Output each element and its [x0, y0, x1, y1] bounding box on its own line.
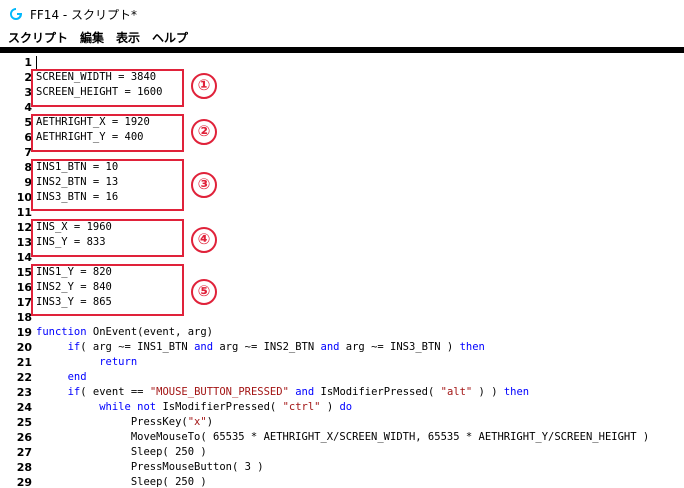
line-number: 13: [16, 236, 32, 249]
code-line[interactable]: if( arg ~= INS1_BTN and arg ~= INS2_BTN …: [36, 340, 485, 355]
line-number: 5: [24, 116, 32, 129]
code-token: Sleep( 250 ): [36, 446, 207, 458]
code-token: ): [320, 401, 340, 413]
annotation-box-5: [31, 264, 184, 316]
annotation-box-4: [31, 219, 184, 257]
line-number: 25: [16, 416, 32, 429]
line-number: 8: [24, 161, 32, 174]
line-number: 27: [16, 446, 32, 459]
line-number: 19: [16, 326, 32, 339]
line-number: 3: [24, 86, 32, 99]
annotation-box-1: [31, 69, 184, 107]
menu-bar: スクリプト 編集 表示 ヘルプ: [0, 28, 684, 47]
menu-help[interactable]: ヘルプ: [152, 29, 188, 46]
line-number: 17: [16, 296, 32, 309]
code-token: OnEvent(event, arg): [86, 326, 214, 338]
line-number: 7: [24, 146, 32, 159]
menu-view[interactable]: 表示: [116, 29, 140, 46]
code-line[interactable]: return: [36, 355, 137, 370]
line-number: 29: [16, 476, 32, 488]
keyword-token: if: [36, 386, 81, 398]
code-token: ( arg ~= INS1_BTN: [80, 341, 195, 353]
menu-script[interactable]: スクリプト: [8, 29, 68, 46]
line-number: 9: [24, 176, 32, 189]
code-line[interactable]: Sleep( 250 ): [36, 475, 207, 488]
annotation-number-1: ①: [191, 73, 217, 99]
code-token: IsModifierPressed(: [156, 401, 283, 413]
keyword-token: while: [36, 401, 131, 413]
code-line[interactable]: MoveMouseTo( 65535 * AETHRIGHT_X/SCREEN_…: [36, 430, 649, 445]
code-token: PressKey(: [36, 416, 188, 428]
line-number: 15: [16, 266, 32, 279]
line-number: 10: [16, 191, 32, 204]
line-number: 1: [24, 56, 32, 69]
script-editor[interactable]: 1 2 3 4 5 6 7 8 9 10 11 12 13 14 15 16 17 18 19 20 21 22 23 24 2…: [0, 53, 684, 488]
string-token: "MOUSE_BUTTON_PRESSED": [149, 386, 289, 398]
annotation-number-4: ④: [191, 227, 217, 253]
line-number: 6: [24, 131, 32, 144]
annotation-box-2: [31, 114, 184, 152]
keyword-token: and: [295, 386, 315, 398]
line-number: 16: [16, 281, 32, 294]
title-bar: FF14 - スクリプト*: [0, 0, 684, 28]
string-token: "x": [187, 416, 207, 428]
line-number: 22: [16, 371, 32, 384]
keyword-token: and: [320, 341, 340, 353]
string-token: "ctrl": [282, 401, 321, 413]
code-line[interactable]: function OnEvent(event, arg): [36, 325, 213, 340]
code-line[interactable]: while not IsModifierPressed( "ctrl" ) do: [36, 400, 352, 415]
code-token: ( event ==: [80, 386, 150, 398]
code-token: arg ~= INS3_BTN ): [339, 341, 460, 353]
text-caret: [36, 56, 37, 69]
line-number-gutter: 1 2 3 4 5 6 7 8 9 10 11 12 13 14 15 16 17 18 19 20 21 22 23 24 2…: [0, 53, 33, 488]
code-token: ): [206, 416, 214, 428]
string-token: "alt": [440, 386, 473, 398]
code-token: ) ): [472, 386, 504, 398]
code-token: IsModifierPressed(: [314, 386, 441, 398]
line-number: 2: [24, 71, 32, 84]
keyword-token: then: [459, 341, 485, 353]
line-number: 26: [16, 431, 32, 444]
code-line[interactable]: if( event == "MOUSE_BUTTON_PRESSED" and …: [36, 385, 530, 400]
annotation-number-5: ⑤: [191, 279, 217, 305]
logitech-g-icon: [8, 6, 24, 22]
line-number: 11: [16, 206, 32, 219]
keyword-token: then: [503, 386, 530, 398]
code-line[interactable]: end: [36, 370, 87, 385]
line-number: 21: [16, 356, 32, 369]
code-line[interactable]: PressMouseButton( 3 ): [36, 460, 264, 475]
code-token: Sleep( 250 ): [36, 476, 207, 488]
annotation-number-3: ③: [191, 172, 217, 198]
keyword-token: not: [137, 401, 157, 413]
window-title: FF14 - スクリプト*: [30, 7, 138, 22]
line-number: 23: [16, 386, 32, 399]
keyword-token: return: [36, 356, 138, 368]
keyword-token: end: [36, 371, 87, 383]
code-token: MoveMouseTo( 65535 * AETHRIGHT_X/SCREEN_…: [36, 431, 650, 443]
keyword-token: if: [36, 341, 81, 353]
code-token: arg ~= INS2_BTN: [213, 341, 321, 353]
line-number: 18: [16, 311, 32, 324]
annotation-box-3: [31, 159, 184, 211]
line-number: 24: [16, 401, 32, 414]
keyword-token: and: [194, 341, 214, 353]
line-number: 20: [16, 341, 32, 354]
code-line[interactable]: Sleep( 250 ): [36, 445, 207, 460]
annotation-number-2: ②: [191, 119, 217, 145]
menu-edit[interactable]: 編集: [80, 29, 104, 46]
line-number: 12: [16, 221, 32, 234]
line-number: 14: [16, 251, 32, 264]
code-line[interactable]: PressKey("x"): [36, 415, 213, 430]
line-number: 4: [24, 101, 32, 114]
code-token: PressMouseButton( 3 ): [36, 461, 264, 473]
line-number: 28: [16, 461, 32, 474]
keyword-token: function: [36, 326, 87, 338]
keyword-token: do: [339, 401, 353, 413]
